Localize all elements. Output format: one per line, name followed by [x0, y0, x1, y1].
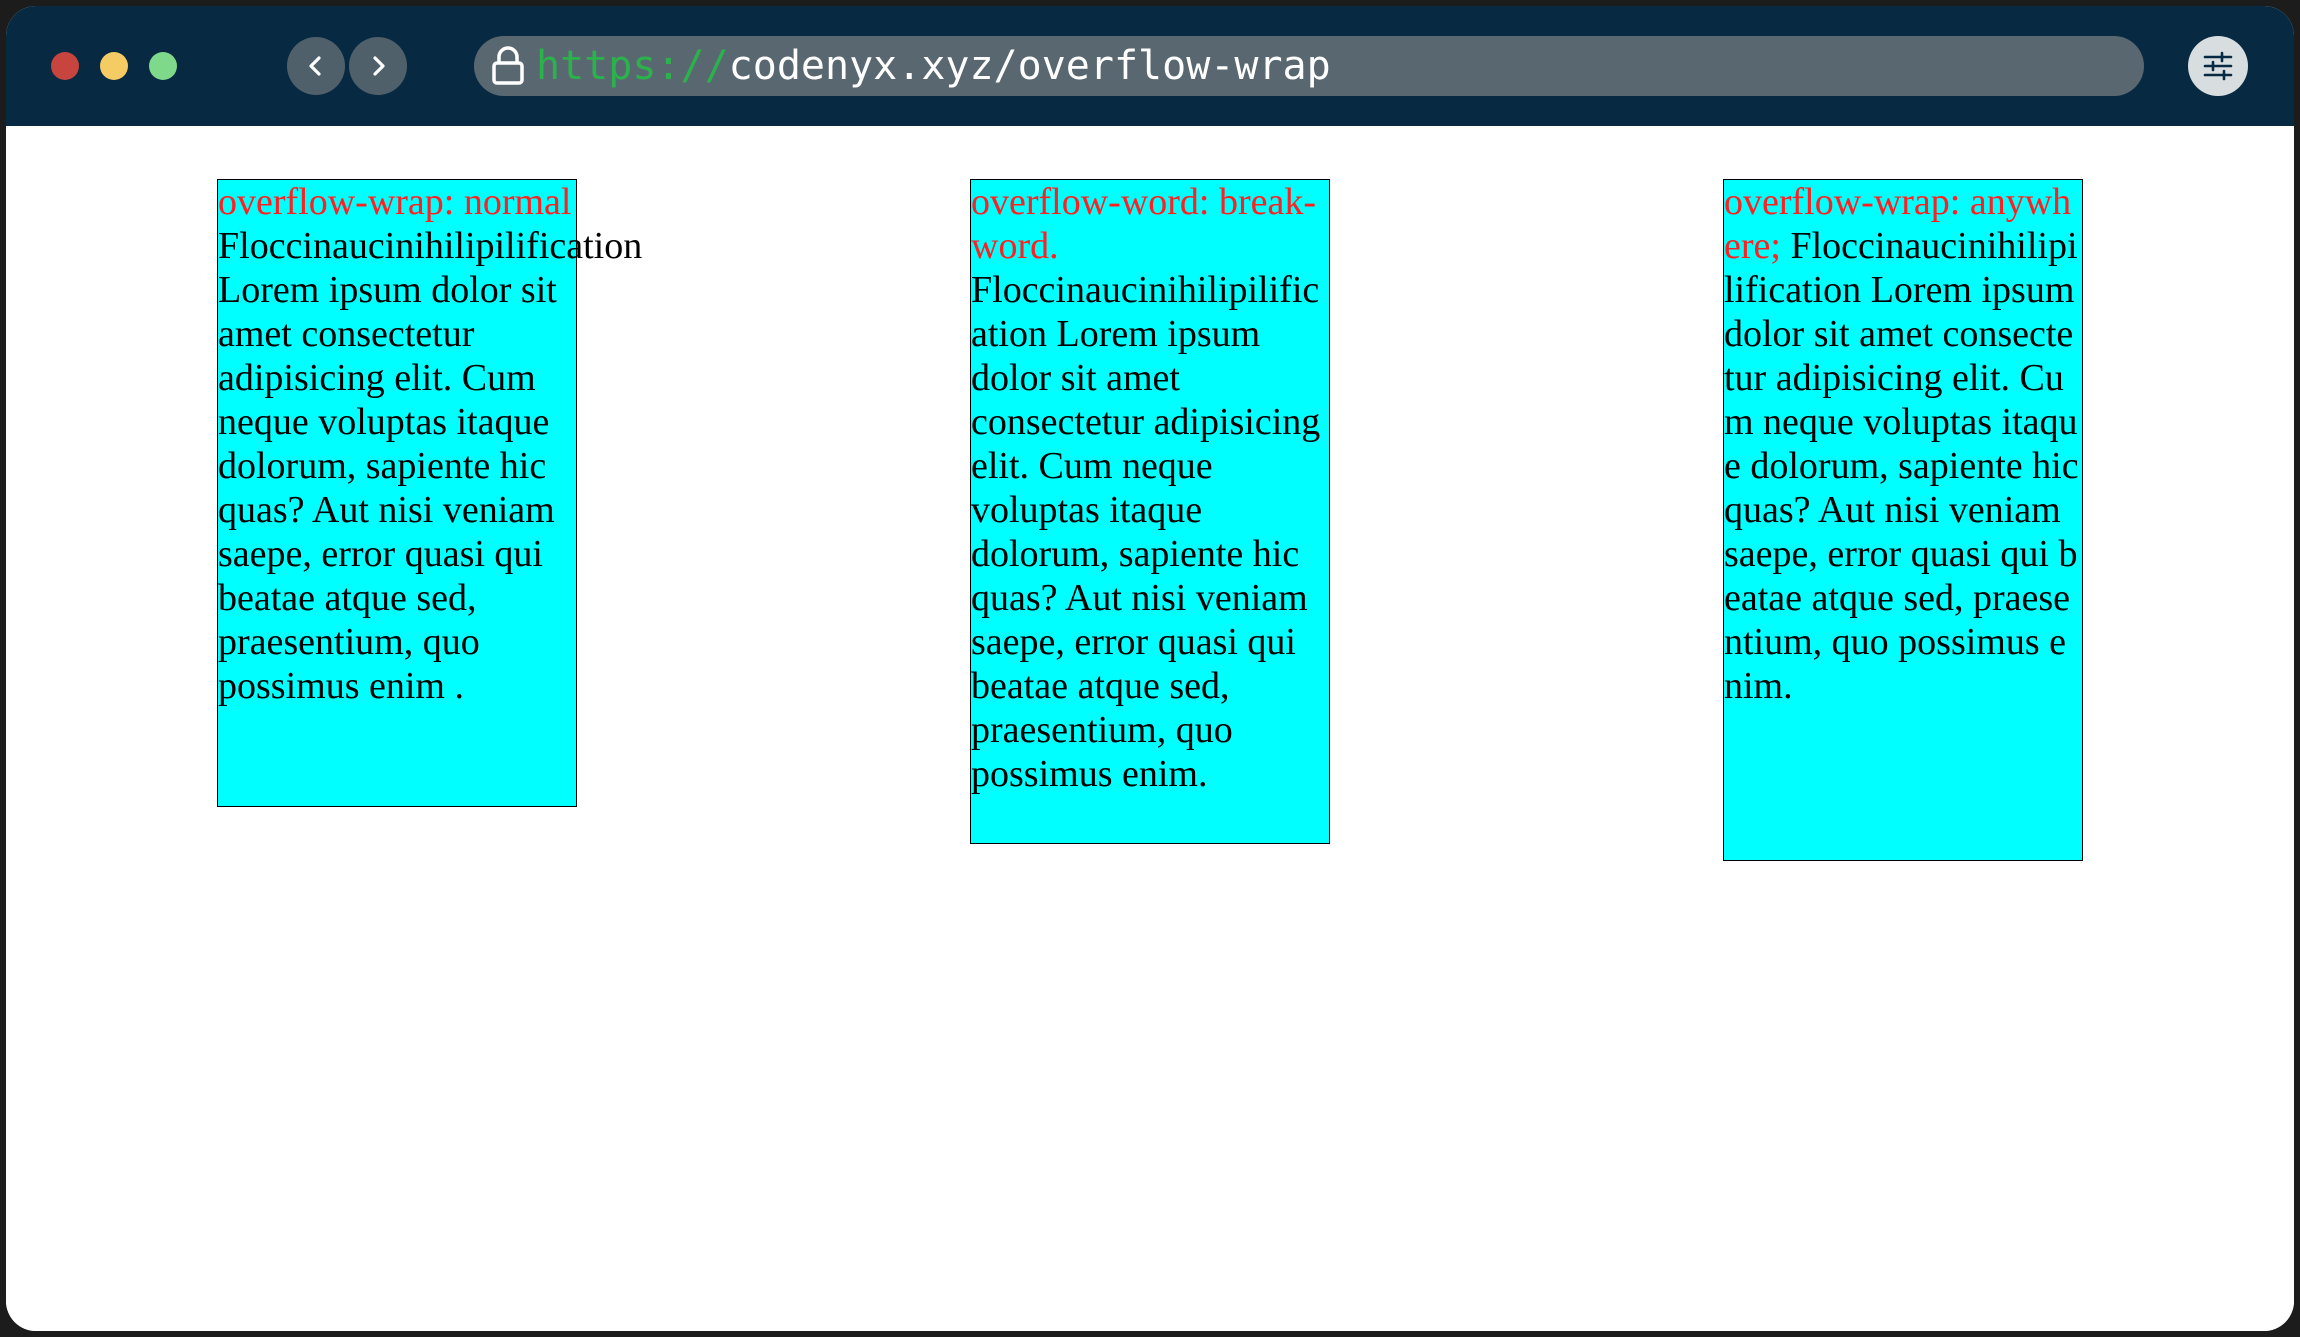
- demo-box-normal: overflow-wrap: normal Floccinaucinihilip…: [217, 179, 642, 807]
- maximize-window-button[interactable]: [149, 52, 177, 80]
- demo-box-anywhere: overflow-wrap: anywhere; Floccinaucinihi…: [1723, 179, 2083, 861]
- back-button[interactable]: [287, 37, 345, 95]
- url-scheme: https://: [536, 43, 729, 89]
- demo-long-word: Floccinaucinihilipilification: [218, 225, 643, 267]
- demo-body-text: Lorem ipsum dolor sit amet consectetur a…: [218, 269, 557, 707]
- close-window-button[interactable]: [51, 52, 79, 80]
- address-bar[interactable]: https://codenyx.xyz/overflow-wrap: [474, 36, 2144, 96]
- lock-icon: [492, 46, 524, 85]
- url-host-path: codenyx.xyz/overflow-wrap: [728, 43, 1331, 89]
- demo-body-text: Lorem ipsum dolor sit amet consectetur a…: [971, 313, 1321, 795]
- demo-heading: overflow-word: break-word.: [971, 181, 1317, 267]
- forward-button[interactable]: [349, 37, 407, 95]
- chevron-right-icon: [373, 56, 385, 76]
- demo-heading: overflow-wrap: normal: [218, 181, 572, 223]
- demo-box-break-word: overflow-word: break-word. Floccinaucini…: [970, 179, 1330, 844]
- minimize-window-button[interactable]: [100, 52, 128, 80]
- chevron-left-icon: [309, 56, 321, 76]
- url-text: https://codenyx.xyz/overflow-wrap: [536, 42, 1331, 90]
- settings-menu-button[interactable]: [2188, 36, 2248, 96]
- browser-window: https://codenyx.xyz/overflow-wrap overfl…: [6, 6, 2294, 1331]
- sliders-icon: [2203, 51, 2233, 81]
- page-content: overflow-wrap: normal Floccinaucinihilip…: [6, 126, 2294, 1331]
- demo-body-text: Lorem ipsum dolor sit amet consectetur a…: [1724, 269, 2079, 707]
- browser-titlebar: https://codenyx.xyz/overflow-wrap: [6, 6, 2294, 126]
